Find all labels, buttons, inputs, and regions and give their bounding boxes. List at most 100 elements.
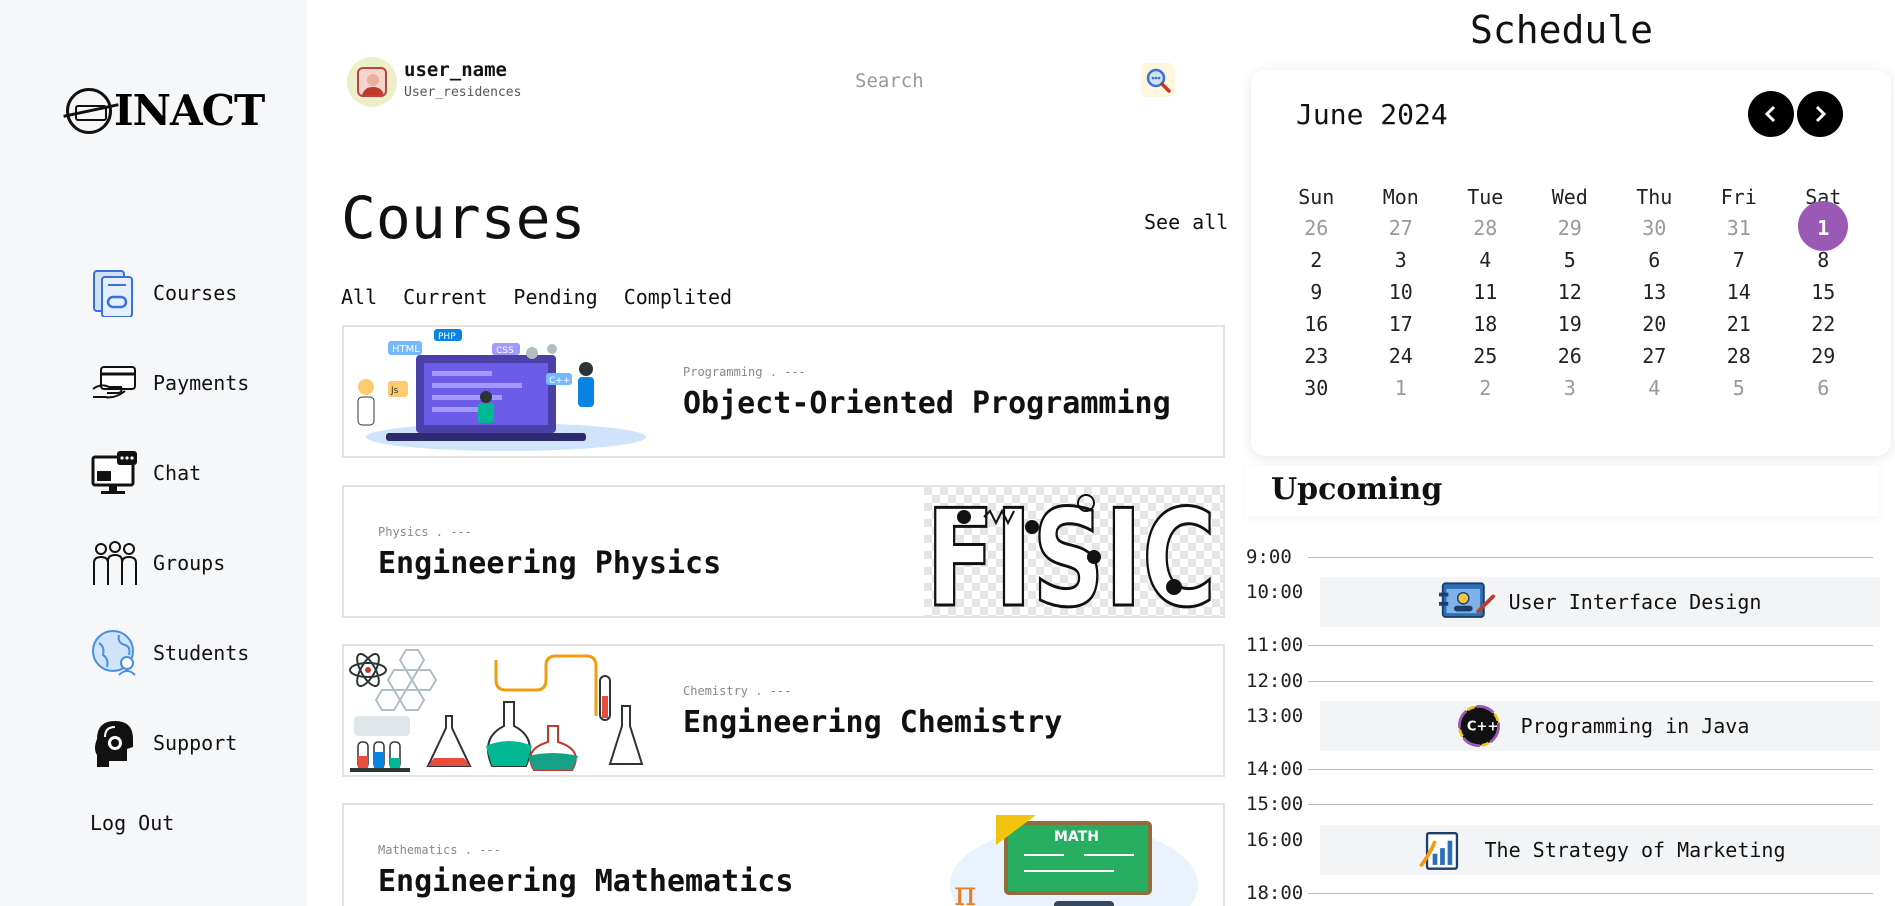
- svg-text:PHP: PHP: [438, 332, 456, 342]
- weekday-header: Thu: [1636, 185, 1673, 209]
- event-label: Programming in Java: [1520, 714, 1750, 738]
- calendar-day[interactable]: 28: [1697, 340, 1782, 372]
- see-all-link[interactable]: See all: [1144, 210, 1228, 234]
- course-meta: Chemistry . ---: [683, 684, 792, 698]
- time-label: 15:00: [1246, 793, 1304, 815]
- course-title: Engineering Physics: [378, 546, 722, 581]
- calendar-day[interactable]: 22: [1781, 308, 1866, 340]
- calendar-day[interactable]: 26: [1528, 340, 1613, 372]
- calendar-day[interactable]: 27: [1612, 340, 1697, 372]
- calendar-day[interactable]: 24: [1359, 340, 1444, 372]
- logo[interactable]: INACT: [66, 86, 265, 135]
- tab-pending[interactable]: Pending: [513, 285, 597, 309]
- calendar-day[interactable]: 19: [1528, 308, 1613, 340]
- prev-month-button[interactable]: [1748, 91, 1794, 137]
- logout-button[interactable]: Log Out: [90, 811, 174, 835]
- calendar-day[interactable]: 14: [1697, 276, 1782, 308]
- marketing-chart-icon: [1414, 826, 1470, 874]
- svg-text:C++: C++: [1466, 720, 1497, 735]
- calendar-day[interactable]: 17: [1359, 308, 1444, 340]
- tab-complited[interactable]: Complited: [624, 285, 732, 309]
- calendar-day[interactable]: 6: [1612, 244, 1697, 276]
- time-divider: [1308, 645, 1873, 646]
- calendar-day[interactable]: 1: [1359, 372, 1444, 404]
- calendar-day[interactable]: 31: [1697, 212, 1782, 244]
- calendar-day[interactable]: 30: [1274, 372, 1359, 404]
- calendar-day[interactable]: 25: [1443, 340, 1528, 372]
- calendar-day[interactable]: 9: [1274, 276, 1359, 308]
- calendar-day[interactable]: 12: [1528, 276, 1613, 308]
- sidebar-item-payments[interactable]: Payments: [91, 359, 249, 407]
- calendar-day-selected[interactable]: 1: [1781, 201, 1866, 251]
- svg-text:MATH: MATH: [1054, 829, 1099, 845]
- cpp-icon: C++: [1451, 702, 1507, 750]
- course-title: Engineering Chemistry: [683, 705, 1063, 740]
- calendar-day[interactable]: 5: [1697, 372, 1782, 404]
- sidebar-item-label: Chat: [153, 461, 202, 485]
- calendar-day[interactable]: 28: [1443, 212, 1528, 244]
- page-title: Courses: [341, 184, 586, 252]
- sidebar-item-chat[interactable]: Chat: [91, 449, 201, 497]
- programming-illustration-icon: HTML PHP CSS C++ Js: [357, 329, 646, 451]
- calendar-day[interactable]: 15: [1781, 276, 1866, 308]
- weekday-header: Wed: [1551, 185, 1588, 209]
- calendar-day[interactable]: 29: [1781, 340, 1866, 372]
- time-divider: [1308, 893, 1873, 894]
- course-filter-tabs: All Current Pending Complited: [341, 285, 732, 309]
- svg-text:FISIC: FISIC: [926, 487, 1216, 616]
- calendar-day[interactable]: 30: [1612, 212, 1697, 244]
- sidebar-item-label: Payments: [153, 371, 250, 395]
- calendar-day[interactable]: 5: [1528, 244, 1613, 276]
- tab-current[interactable]: Current: [403, 285, 487, 309]
- next-month-button[interactable]: [1797, 91, 1843, 137]
- physics-illustration-icon: FISIC: [924, 487, 1223, 616]
- calendar-day[interactable]: 23: [1274, 340, 1359, 372]
- course-meta: Mathematics . ---: [378, 843, 501, 857]
- calendar-day[interactable]: 2: [1443, 372, 1528, 404]
- course-card-physics[interactable]: Physics . --- Engineering Physics FISIC: [342, 485, 1225, 618]
- calendar-day[interactable]: 4: [1612, 372, 1697, 404]
- avatar[interactable]: [347, 57, 397, 107]
- calendar-day[interactable]: 3: [1359, 244, 1444, 276]
- user-name: user_name: [404, 59, 507, 81]
- calendar-day[interactable]: 13: [1612, 276, 1697, 308]
- event-label: The Strategy of Marketing: [1484, 838, 1786, 862]
- calendar-day[interactable]: 29: [1528, 212, 1613, 244]
- calendar-day[interactable]: 4: [1443, 244, 1528, 276]
- sidebar-item-label: Students: [153, 641, 250, 665]
- calendar-day[interactable]: 16: [1274, 308, 1359, 340]
- course-card-oop[interactable]: HTML PHP CSS C++ Js Programming . --- Ob…: [342, 325, 1225, 458]
- course-title: Object-Oriented Programming: [683, 386, 1171, 421]
- calendar-day[interactable]: 27: [1359, 212, 1444, 244]
- course-card-chemistry[interactable]: Chemistry . --- Engineering Chemistry: [342, 644, 1225, 777]
- calendar-day[interactable]: 18: [1443, 308, 1528, 340]
- tab-all[interactable]: All: [341, 285, 377, 309]
- svg-text:C++: C++: [549, 376, 570, 386]
- sidebar-item-support[interactable]: Support: [91, 719, 237, 767]
- time-label: 12:00: [1246, 670, 1304, 692]
- sidebar-item-courses[interactable]: Courses: [91, 269, 237, 317]
- calendar-day[interactable]: 3: [1528, 372, 1613, 404]
- search-button[interactable]: [1141, 63, 1175, 97]
- event-label: User Interface Design: [1508, 590, 1762, 614]
- calendar-day[interactable]: 6: [1781, 372, 1866, 404]
- calendar-day[interactable]: 11: [1443, 276, 1528, 308]
- calendar-day[interactable]: 7: [1697, 244, 1782, 276]
- sidebar-item-students[interactable]: Students: [91, 629, 249, 677]
- search-input[interactable]: [855, 66, 1125, 96]
- calendar-day[interactable]: 8: [1781, 244, 1866, 276]
- calendar-day[interactable]: 20: [1612, 308, 1697, 340]
- calendar: June 2024 Sun Mon Tue Wed Thu Fri Sat 26…: [1251, 70, 1891, 456]
- chemistry-illustration-icon: [349, 649, 644, 772]
- event-the-strategy-of-marketing[interactable]: The Strategy of Marketing: [1320, 825, 1880, 875]
- calendar-day[interactable]: 26: [1274, 212, 1359, 244]
- sidebar-item-label: Courses: [153, 281, 238, 305]
- event-programming-in-java[interactable]: C++ Programming in Java: [1320, 701, 1880, 751]
- time-divider: [1308, 557, 1873, 558]
- calendar-day[interactable]: 2: [1274, 244, 1359, 276]
- course-card-mathematics[interactable]: Mathematics . --- Engineering Mathematic…: [342, 803, 1225, 906]
- calendar-day[interactable]: 21: [1697, 308, 1782, 340]
- sidebar-item-groups[interactable]: Groups: [91, 539, 225, 587]
- event-user-interface-design[interactable]: User Interface Design: [1320, 577, 1880, 627]
- calendar-day[interactable]: 10: [1359, 276, 1444, 308]
